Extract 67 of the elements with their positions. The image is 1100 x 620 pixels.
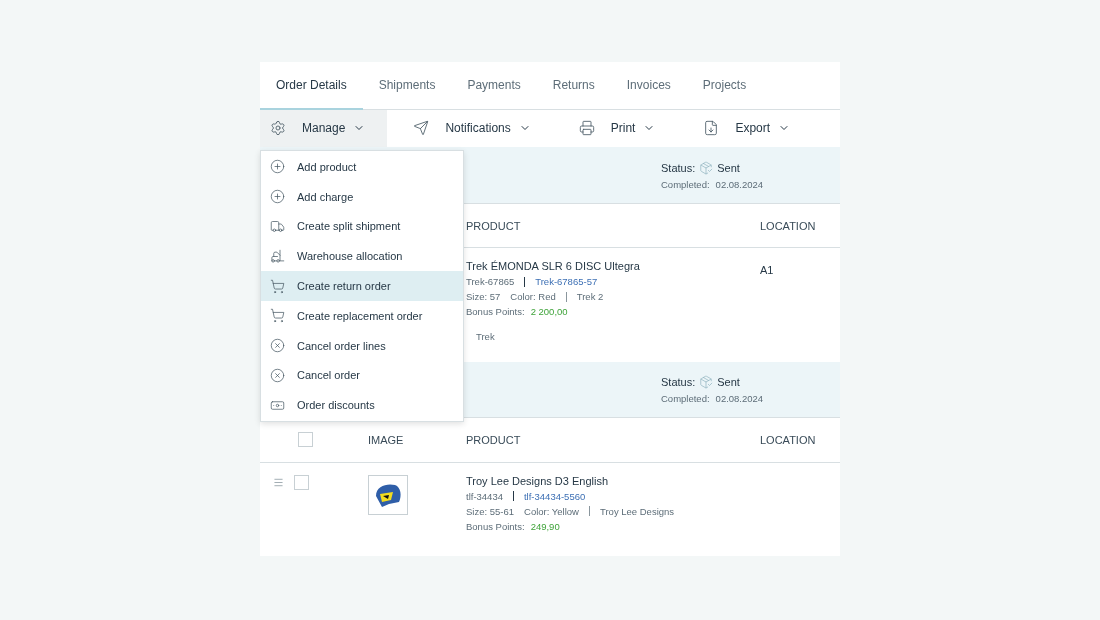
row-checkbox[interactable]	[294, 474, 309, 490]
status-value: Sent	[717, 375, 740, 388]
size: Size: 55-61	[466, 505, 515, 517]
bonus-value: 2 200,00	[530, 306, 568, 318]
package-check-icon	[699, 160, 714, 175]
column-header: LOCATION	[760, 219, 816, 232]
manage-button[interactable]: Manage	[260, 109, 388, 148]
package-check-icon	[699, 374, 714, 389]
product-name: Trek ÉMONDA SLR 6 DISC Ultegra	[466, 260, 641, 273]
sku: Trek-67865	[466, 276, 515, 288]
bonus-label: Bonus Points:	[466, 520, 525, 532]
menu-item[interactable]: Cancel order lines	[261, 330, 463, 361]
completed-label: Completed:	[661, 392, 710, 404]
export-button[interactable]: Export	[693, 109, 813, 148]
drag-handle-icon[interactable]	[273, 476, 284, 488]
brand: Troy Lee Designs	[600, 505, 675, 517]
completed-date: 02.08.2024	[715, 392, 764, 404]
plus-circle-icon	[270, 159, 285, 175]
completed-label: Completed:	[661, 178, 710, 190]
variant-sku-link[interactable]: tlf-34434-5560	[524, 490, 586, 502]
cart-icon	[270, 308, 285, 324]
column-header: PRODUCT	[466, 433, 521, 446]
menu-item[interactable]: Create split shipment	[261, 211, 463, 242]
sku: tlf-34434	[466, 490, 503, 502]
brand-note: Trek	[476, 331, 496, 343]
tab[interactable]: Projects	[686, 62, 763, 110]
status-label: Status:	[661, 161, 696, 174]
completed-date: 02.08.2024	[715, 178, 764, 190]
menu-item[interactable]: Create replacement order	[261, 301, 463, 331]
status-value: Sent	[717, 161, 740, 174]
select-all-checkbox[interactable]	[298, 432, 313, 448]
export-icon	[703, 120, 720, 137]
column-header: IMAGE	[368, 433, 404, 446]
menu-item[interactable]: Cancel order	[261, 360, 463, 391]
brand: Trek 2	[576, 291, 604, 303]
variant-sku-link[interactable]: Trek-67865-57	[535, 276, 598, 288]
bonus-label: Bonus Points:	[466, 306, 525, 318]
bonus-value: 249,90	[530, 520, 560, 532]
x-circle-icon	[270, 367, 285, 383]
paper-plane-icon	[413, 120, 430, 137]
product-name: Troy Lee Designs D3 English	[466, 474, 610, 487]
x-circle-icon	[270, 338, 285, 354]
gear-icon	[270, 120, 286, 137]
column-header: LOCATION	[760, 433, 816, 446]
status-label: Status:	[661, 375, 696, 388]
tab[interactable]: Shipments	[362, 62, 452, 110]
menu-item[interactable]: Create return order	[261, 271, 463, 301]
tab[interactable]: Returns	[536, 62, 611, 110]
menu-item[interactable]: Warehouse allocation	[261, 241, 463, 272]
cart-icon	[270, 278, 285, 294]
menu-item[interactable]: Add charge	[261, 181, 463, 212]
menu-item[interactable]: Order discounts	[261, 390, 463, 421]
size: Size: 57	[466, 291, 501, 303]
truck-icon	[270, 219, 285, 234]
plus-circle-icon	[270, 189, 285, 205]
menu-item[interactable]: Add product	[261, 152, 463, 182]
tab[interactable]: Payments	[451, 62, 537, 110]
column-header: PRODUCT	[466, 219, 521, 232]
printer-icon	[578, 120, 595, 137]
color: Color: Yellow	[524, 505, 579, 517]
location-value: A1	[760, 264, 774, 277]
helmet-drawing	[373, 481, 403, 508]
color: Color: Red	[510, 291, 556, 303]
forklift-icon	[270, 248, 285, 264]
tab[interactable]: Invoices	[610, 62, 687, 110]
print-button[interactable]: Print	[568, 109, 678, 148]
notifications-button[interactable]: Notifications	[403, 109, 553, 148]
